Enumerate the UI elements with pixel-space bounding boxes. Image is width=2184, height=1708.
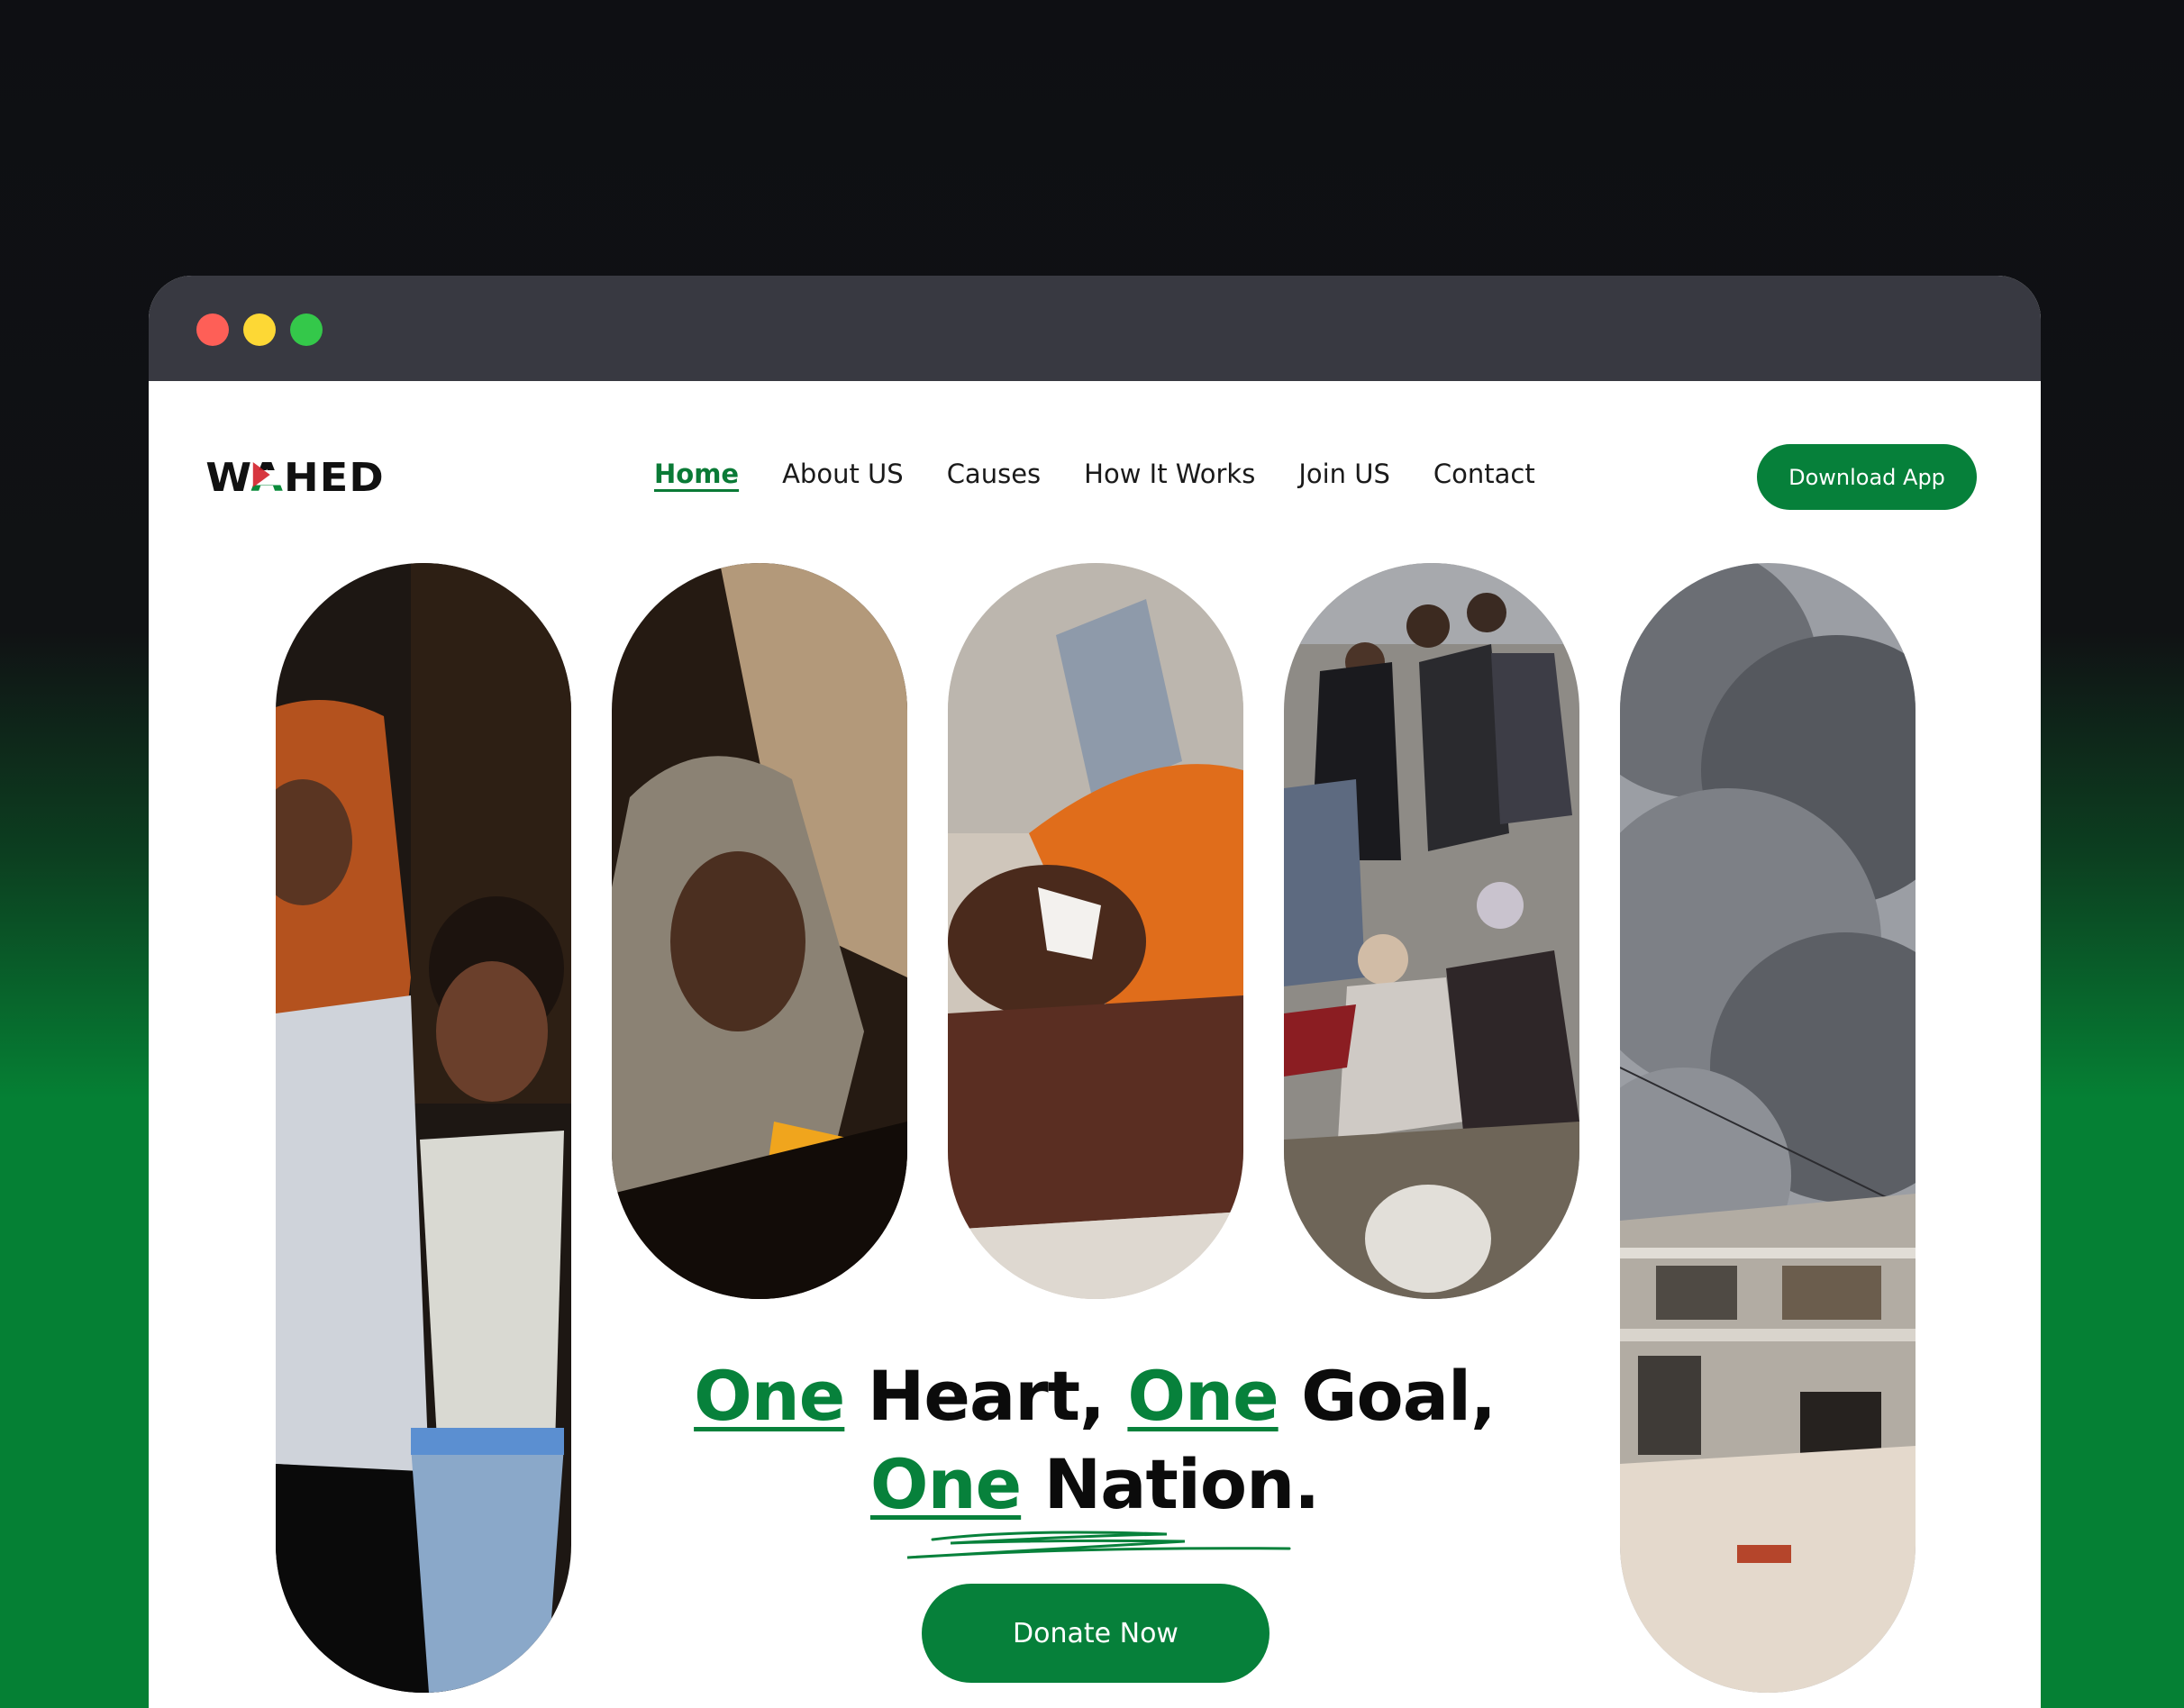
main-nav: Home About US Causes How It Works Join U… [654, 459, 1535, 489]
mother-and-child-photo [276, 563, 571, 1693]
headline-word-one-1: One [694, 1356, 845, 1436]
scribble-underline-icon [906, 1531, 1291, 1559]
crowd-displaced-people-photo [1284, 563, 1579, 1299]
headline-word-one-2: One [1127, 1356, 1279, 1436]
nav-item-causes[interactable]: Causes [947, 459, 1041, 489]
headline-text-1: Heart, [844, 1356, 1128, 1436]
logo-text: WAHED [205, 455, 385, 501]
close-window-button[interactable] [196, 313, 229, 346]
logo[interactable]: WAHED [205, 455, 384, 501]
web-page: WAHED Home About US Causes How It Works … [149, 381, 2041, 1708]
injured-child-photo [948, 563, 1243, 1299]
headline-word-one-3: One [869, 1444, 1022, 1524]
flag-icon: A [250, 455, 285, 501]
nav-item-contact[interactable]: Contact [1433, 459, 1535, 489]
nav-item-how-it-works[interactable]: How It Works [1084, 459, 1255, 489]
headline-text-2: Goal, [1278, 1356, 1497, 1436]
download-app-button[interactable]: Download App [1757, 444, 1977, 510]
browser-window: WAHED Home About US Causes How It Works … [149, 276, 2041, 1708]
woman-in-headscarf-photo [612, 563, 907, 1299]
donate-now-button[interactable]: Donate Now [922, 1584, 1269, 1683]
browser-titlebar [149, 276, 2041, 381]
headline-text-3: Nation. [1021, 1444, 1320, 1524]
smoke-over-ruined-building-photo [1620, 563, 1916, 1693]
maximize-window-button[interactable] [290, 313, 323, 346]
nav-item-join-us[interactable]: Join US [1298, 459, 1390, 489]
nav-item-about-us[interactable]: About US [782, 459, 904, 489]
nav-item-home[interactable]: Home [654, 459, 739, 489]
minimize-window-button[interactable] [243, 313, 276, 346]
hero-headline: One Heart, One Goal, One Nation. [626, 1352, 1563, 1529]
